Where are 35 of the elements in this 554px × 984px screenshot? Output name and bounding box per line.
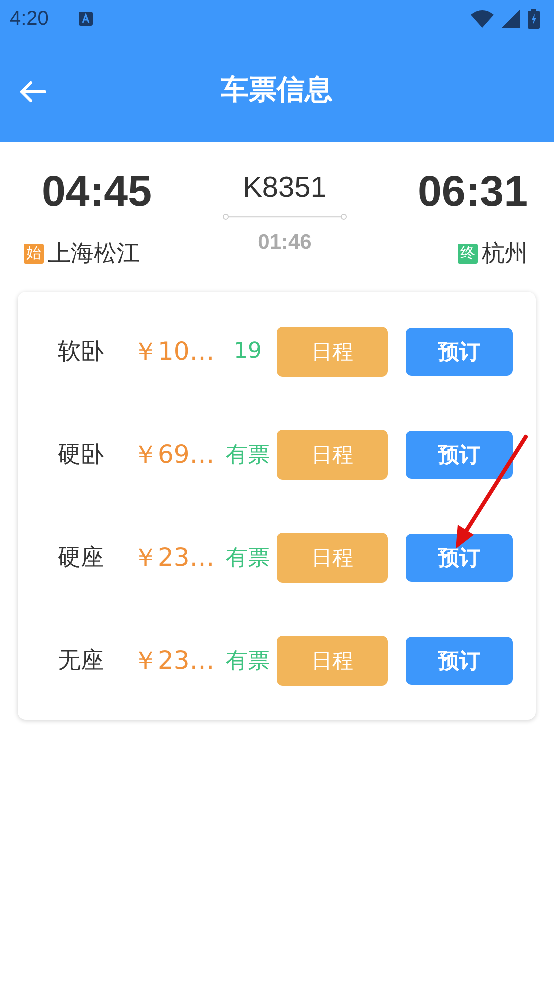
seat-type: 硬卧	[58, 441, 105, 470]
schedule-button[interactable]: 日程	[277, 636, 388, 686]
ticket-availability: 有票	[225, 648, 271, 676]
destination-station: 杭州	[482, 240, 528, 269]
seat-price: ￥23…	[133, 645, 216, 677]
arrival-time: 06:31	[418, 168, 528, 216]
schedule-button[interactable]: 日程	[277, 532, 388, 582]
keyboard-icon	[78, 12, 93, 26]
signal-icon	[502, 10, 520, 28]
train-number: K8351	[243, 172, 327, 205]
battery-icon	[528, 9, 540, 29]
back-arrow-icon[interactable]	[19, 80, 47, 104]
seat-price: ￥23…	[133, 542, 216, 574]
seat-type: 无座	[58, 647, 105, 676]
origin-tag: 始	[24, 244, 44, 264]
book-button[interactable]: 预订	[406, 430, 513, 478]
book-button[interactable]: 预订	[406, 534, 513, 582]
seat-type: 软卧	[58, 338, 105, 367]
destination-tag: 终	[458, 244, 478, 264]
status-time: 4:20	[10, 8, 49, 30]
schedule-button[interactable]: 日程	[277, 326, 388, 376]
seat-price: ￥10…	[133, 336, 216, 368]
ticket-availability: 19	[233, 339, 263, 364]
departure-time: 04:45	[42, 168, 152, 216]
book-button[interactable]: 预订	[406, 328, 513, 376]
ticket-availability: 有票	[225, 544, 271, 572]
origin-station: 上海松江	[48, 240, 140, 269]
seat-type: 硬座	[58, 544, 105, 573]
book-button[interactable]: 预订	[406, 636, 513, 684]
page-title: 车票信息	[221, 72, 333, 108]
schedule-button[interactable]: 日程	[277, 430, 388, 480]
seat-price: ￥69…	[133, 439, 216, 471]
wifi-icon	[471, 10, 494, 28]
ticket-availability: 有票	[225, 442, 271, 470]
trip-duration: 01:46	[258, 231, 312, 255]
